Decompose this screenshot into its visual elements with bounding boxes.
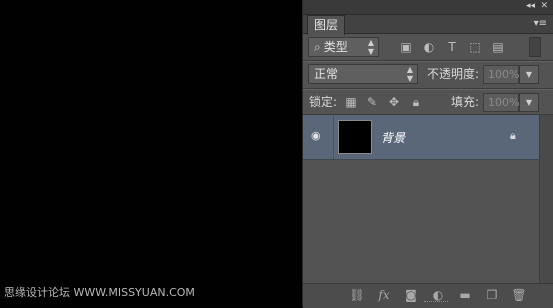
blend-mode-value: 正常 — [314, 67, 339, 81]
blend-mode-dropdown[interactable]: 正常 ▲ ▼ — [308, 64, 418, 84]
lock-label: 锁定: — [309, 95, 338, 109]
layer-thumbnail — [338, 120, 372, 154]
link-layers-icon[interactable]: ⛓ — [349, 288, 365, 302]
visibility-toggle[interactable]: ◉ — [303, 115, 334, 159]
lock-icon: 🔒︎ — [510, 129, 516, 142]
lock-all-icon[interactable]: 🔒︎ — [409, 95, 423, 109]
trash-icon[interactable]: 🗑︎ — [511, 288, 527, 302]
layers-scrollbar[interactable] — [539, 115, 553, 283]
layers-panel: ◂◂ ✕ 图层 ▾≡ ⌕ 类型 ▲ ▼ ▣ ◐ T ⬚ ▤ 正常 ▲ ▼ 不透明度: … — [302, 0, 553, 308]
lock-paint-icon[interactable]: ✎ — [365, 95, 379, 109]
add-mask-icon[interactable]: ◙ — [403, 288, 419, 302]
document-canvas[interactable] — [0, 0, 302, 307]
adjustment-layer-icon[interactable]: ◐ — [430, 288, 446, 302]
filter-kind-dropdown[interactable]: ⌕ 类型 ▲ ▼ — [308, 37, 379, 57]
collapse-icon[interactable]: ◂◂ — [526, 1, 535, 12]
shape-filter-icon[interactable]: ⬚ — [467, 40, 483, 54]
chevron-updown-icon: ▲ ▼ — [406, 65, 413, 83]
smart-object-filter-icon[interactable]: ▤ — [490, 40, 506, 54]
layer-name[interactable]: 背景 — [381, 129, 405, 146]
chevron-updown-icon: ▲ ▼ — [367, 38, 374, 56]
panel-menu-icon[interactable]: ▾≡ — [534, 18, 547, 29]
fill-label: 填充: — [451, 95, 480, 109]
panel-title-bar: ◂◂ ✕ — [303, 0, 553, 15]
adjustment-filter-icon[interactable]: ◐ — [421, 40, 437, 54]
filter-kind-label: 类型 — [323, 40, 348, 54]
opacity-input[interactable]: 100% — [483, 65, 519, 84]
divider — [303, 88, 553, 90]
panel-tab-row: 图层 ▾≡ — [303, 15, 553, 35]
divider — [303, 60, 553, 62]
type-filter-icon[interactable]: T — [444, 40, 460, 54]
lock-transparency-icon[interactable]: ▦ — [344, 95, 358, 109]
new-group-icon[interactable]: ▬ — [457, 288, 473, 302]
new-layer-icon[interactable]: ❐ — [484, 288, 500, 302]
eye-icon: ◉ — [311, 129, 321, 142]
layer-row[interactable]: ◉ 背景 🔒︎ — [303, 115, 539, 160]
opacity-dropdown-arrow[interactable]: ▼ — [519, 65, 539, 84]
fill-input[interactable]: 100% — [483, 93, 519, 112]
close-icon[interactable]: ✕ — [540, 1, 548, 12]
image-filter-icon[interactable]: ▣ — [398, 40, 414, 54]
opacity-label: 不透明度: — [427, 67, 480, 81]
search-icon: ⌕ — [314, 40, 321, 54]
tab-layers[interactable]: 图层 — [307, 15, 346, 35]
resize-grip[interactable] — [424, 301, 448, 306]
fill-dropdown-arrow[interactable]: ▼ — [519, 93, 539, 112]
lock-position-icon[interactable]: ✥ — [387, 95, 401, 109]
watermark: 思缘设计论坛 WWW.MISSYUAN.COM — [4, 286, 195, 299]
fx-icon[interactable]: fx — [376, 288, 392, 302]
filter-toggle-icon[interactable] — [529, 37, 541, 57]
